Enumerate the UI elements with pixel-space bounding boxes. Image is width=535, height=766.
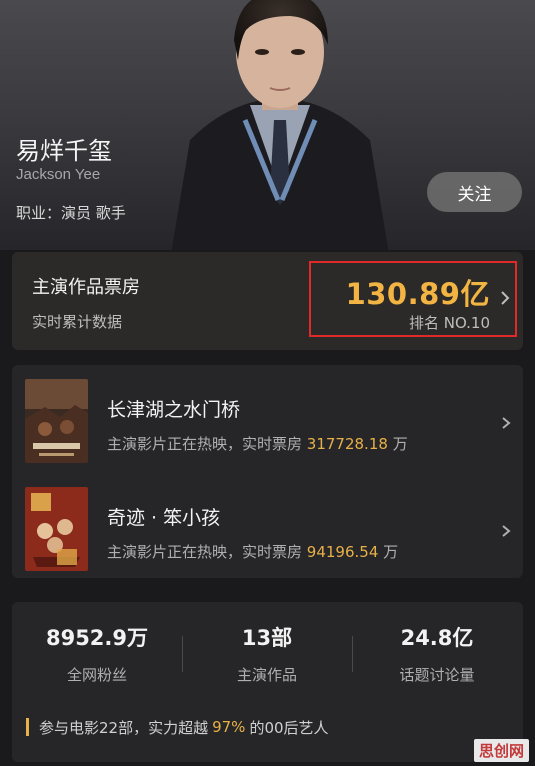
movie-item[interactable]: 长津湖之水门桥 主演影片正在热映，实时票房 317728.18 万	[12, 371, 523, 467]
chevron-right-icon	[502, 525, 511, 537]
movie-title: 长津湖之水门桥	[107, 399, 241, 421]
movie-poster	[25, 487, 88, 571]
stat-fans: 8952.9万 全网粉丝	[12, 622, 182, 685]
movie-status-text: 主演影片正在热映，实时票房	[107, 435, 303, 453]
stats-card: 8952.9万 全网粉丝 13部 主演作品 24.8亿 话题讨论量 参与电影22…	[12, 602, 523, 762]
box-office-card[interactable]: 主演作品票房 实时累计数据 130.89亿 排名 NO.10	[12, 252, 523, 350]
artist-header: 易烊千玺 Jackson Yee 职业：演员 歌手 关注	[0, 0, 535, 250]
movie-box-value: 317728.18	[306, 435, 388, 453]
box-office-subtitle: 实时累计数据	[32, 313, 123, 331]
note-accent-bar	[26, 718, 29, 736]
movies-card: 长津湖之水门桥 主演影片正在热映，实时票房 317728.18 万 奇迹 · 笨…	[12, 365, 523, 578]
movie-description: 主演影片正在热映，实时票房 317728.18 万	[107, 433, 408, 454]
movie-poster	[25, 379, 88, 463]
artist-profession: 职业：演员 歌手	[16, 204, 126, 222]
stat-label: 话题讨论量	[399, 666, 475, 684]
movie-item[interactable]: 奇迹 · 笨小孩 主演影片正在热映，实时票房 94196.54 万	[12, 479, 523, 575]
stat-works: 13部 主演作品	[182, 622, 352, 685]
box-office-rank: 排名 NO.10	[408, 314, 490, 332]
chevron-right-icon	[501, 291, 510, 305]
stat-label: 主演作品	[236, 666, 297, 684]
artist-portrait	[171, 0, 389, 250]
movie-box-unit: 万	[392, 435, 408, 453]
box-office-title: 主演作品票房	[32, 277, 140, 298]
movie-title: 奇迹 · 笨小孩	[107, 507, 221, 529]
stat-value: 24.8亿	[400, 626, 474, 650]
box-office-amount: 130.89亿	[345, 277, 490, 311]
chevron-right-icon	[502, 417, 511, 429]
movie-status-text: 主演影片正在热映，实时票房	[107, 543, 303, 561]
movie-description: 主演影片正在热映，实时票房 94196.54 万	[107, 541, 398, 562]
site-watermark: 思创网	[473, 739, 529, 762]
follow-button[interactable]: 关注	[427, 172, 522, 212]
stat-discussion: 24.8亿 话题讨论量	[352, 622, 522, 685]
stat-value: 13部	[241, 626, 293, 650]
note-suffix: 的00后艺人	[249, 718, 329, 737]
note-percent: 97%	[212, 718, 246, 736]
movie-box-unit: 万	[383, 543, 399, 561]
artist-name-english: Jackson Yee	[16, 166, 101, 183]
stat-value: 8952.9万	[45, 626, 149, 650]
note-prefix: 参与电影22部，实力超越	[39, 718, 209, 737]
movie-box-value: 94196.54	[306, 543, 379, 561]
artist-name: 易烊千玺	[16, 137, 112, 165]
achievement-note: 参与电影22部，实力超越 97% 的00后艺人	[26, 716, 329, 738]
stat-label: 全网粉丝	[66, 666, 127, 684]
